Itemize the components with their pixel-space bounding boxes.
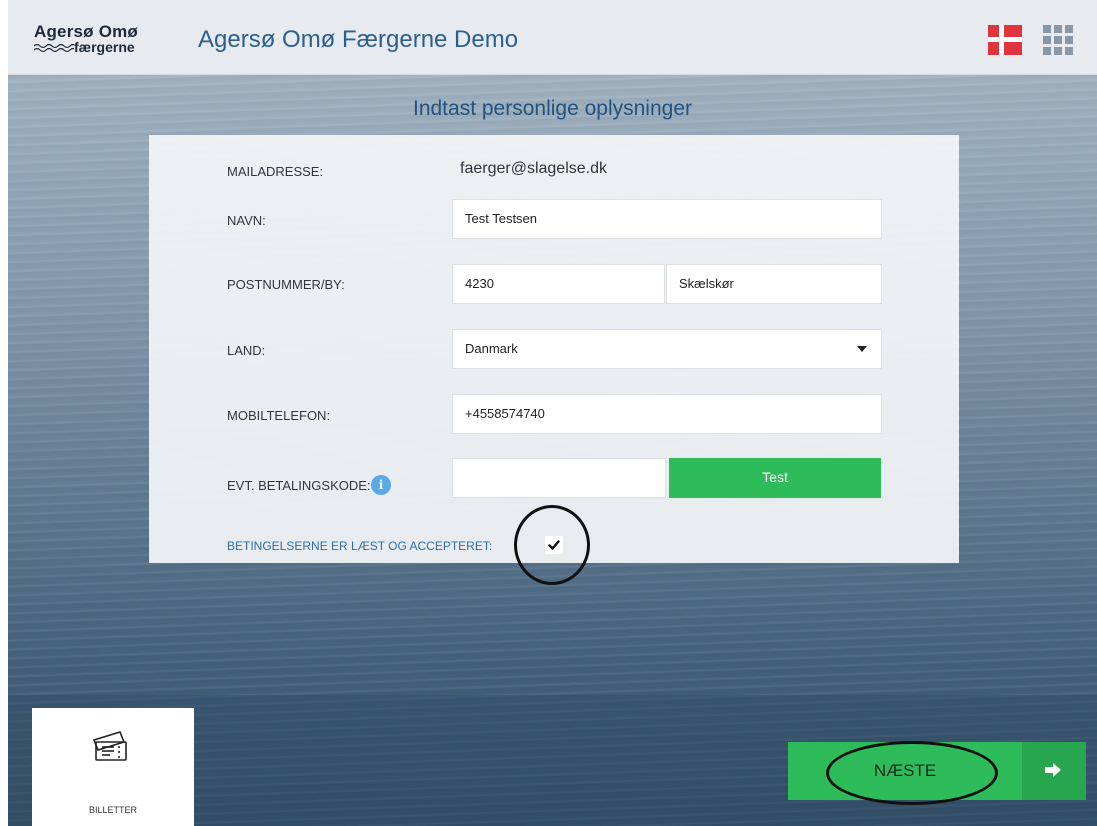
email-value: faerger@slagelse.dk bbox=[460, 160, 607, 177]
name-field-value: Test Testsen bbox=[465, 211, 538, 226]
tickets-label: BILLETTER bbox=[88, 805, 137, 815]
info-icon[interactable]: i bbox=[371, 475, 391, 495]
mobile-value: +4558574740 bbox=[465, 406, 545, 421]
city-field[interactable]: Skælskør bbox=[666, 264, 882, 304]
tickets-tile[interactable]: BILLETTER bbox=[32, 708, 194, 826]
terms-label: BETINGELSERNE ER LÆST OG ACCEPTERET: bbox=[227, 539, 493, 553]
mobile-label: MOBILTELEFON: bbox=[227, 408, 331, 423]
app-title: Agersø Omø Færgerne Demo bbox=[198, 26, 519, 53]
chevron-down-icon bbox=[857, 346, 867, 352]
app-header: Agersø Omø færgerne Agersø Omø Færgerne … bbox=[8, 0, 1097, 75]
test-button[interactable]: Test bbox=[669, 458, 881, 498]
personal-info-form: MAILADRESSE: faerger@slagelse.dk NAVN: T… bbox=[149, 135, 959, 563]
danish-flag-icon[interactable] bbox=[988, 25, 1022, 55]
postal-label: POSTNUMMER/BY: bbox=[227, 277, 345, 292]
postal-code-value: 4230 bbox=[465, 276, 494, 291]
payment-code-field[interactable] bbox=[452, 458, 666, 498]
waves-icon bbox=[34, 44, 74, 53]
payment-code-input[interactable] bbox=[465, 470, 665, 485]
mobile-field[interactable]: +4558574740 bbox=[452, 394, 882, 434]
tickets-icon bbox=[92, 731, 127, 761]
page-heading: Indtast personlige oplysninger bbox=[412, 97, 692, 120]
logo-line-2: færgerne bbox=[34, 39, 184, 55]
email-label: MAILADRESSE: bbox=[227, 164, 324, 179]
postal-code-field[interactable]: 4230 bbox=[452, 264, 665, 304]
brand-logo[interactable]: Agersø Omø færgerne bbox=[34, 22, 184, 62]
grid-menu-icon[interactable] bbox=[1043, 25, 1073, 55]
payment-code-label: EVT. BETALINGSKODE: bbox=[227, 478, 371, 493]
city-value: Skælskør bbox=[679, 276, 734, 291]
logo-line-2-text: færgerne bbox=[74, 39, 135, 55]
annotation-circle-next bbox=[826, 741, 998, 805]
name-label: NAVN: bbox=[227, 213, 266, 228]
app-screen: Agersø Omø færgerne Agersø Omø Færgerne … bbox=[8, 0, 1097, 826]
name-field[interactable]: Test Testsen bbox=[452, 199, 882, 239]
country-select[interactable]: Danmark bbox=[452, 329, 882, 369]
annotation-circle-checkbox bbox=[514, 505, 590, 585]
country-label: LAND: bbox=[227, 343, 266, 358]
arrow-right-icon[interactable] bbox=[1022, 742, 1086, 800]
country-value: Danmark bbox=[465, 341, 518, 356]
